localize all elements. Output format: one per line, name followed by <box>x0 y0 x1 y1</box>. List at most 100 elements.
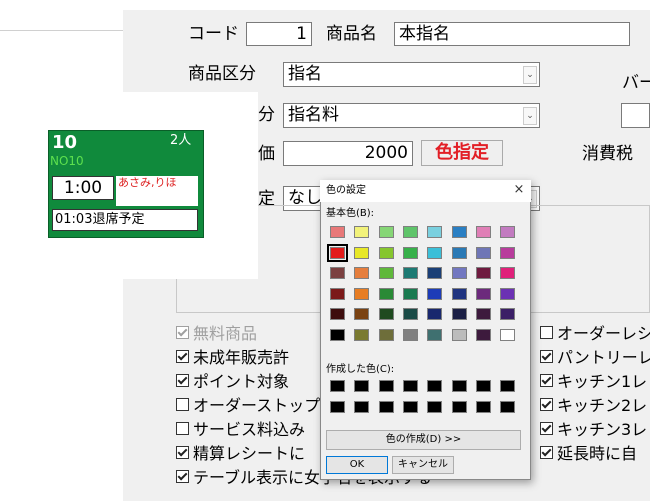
basic-color-swatch[interactable] <box>354 287 370 300</box>
custom-color-swatch[interactable] <box>402 400 418 413</box>
checkbox-row[interactable]: パントリーレ <box>540 347 650 369</box>
checkbox-row[interactable]: オーダーストップ <box>176 395 320 417</box>
basic-color-swatch[interactable] <box>427 287 443 300</box>
basic-color-swatch[interactable] <box>475 246 491 259</box>
basic-color-swatch[interactable] <box>475 308 491 320</box>
basic-color-swatch[interactable] <box>402 287 418 300</box>
basic-color-swatch[interactable] <box>427 308 443 320</box>
basic-color-swatch[interactable] <box>354 328 370 341</box>
basic-color-swatch[interactable] <box>427 267 443 279</box>
basic-color-swatch[interactable] <box>327 243 348 262</box>
basic-color-swatch[interactable] <box>354 226 370 238</box>
checkbox-row[interactable]: キッチン3レ <box>540 419 647 441</box>
custom-color-swatch[interactable] <box>475 380 491 392</box>
checkbox-checked[interactable] <box>176 446 189 459</box>
basic-color-swatch[interactable] <box>378 267 394 279</box>
basic-color-swatch[interactable] <box>402 267 418 279</box>
custom-color-swatch[interactable] <box>354 380 370 392</box>
custom-color-swatch[interactable] <box>354 400 370 413</box>
basic-color-swatch[interactable] <box>451 287 467 300</box>
checkbox-checked[interactable] <box>176 326 189 339</box>
color-select-button[interactable]: 色指定 <box>421 140 503 166</box>
basic-color-swatch[interactable] <box>500 246 516 259</box>
basic-color-swatch[interactable] <box>402 308 418 320</box>
basic-color-swatch[interactable] <box>451 308 467 320</box>
basic-color-swatch[interactable] <box>378 226 394 238</box>
basic-color-swatch[interactable] <box>451 267 467 279</box>
basic-color-swatch[interactable] <box>378 287 394 300</box>
custom-color-swatch[interactable] <box>500 400 516 413</box>
basic-color-swatch[interactable] <box>500 328 516 341</box>
basic-color-swatch[interactable] <box>427 328 443 341</box>
checkbox-checked[interactable] <box>540 398 553 411</box>
checkbox-row[interactable]: 未成年販売許 <box>176 347 289 369</box>
basic-color-swatch[interactable] <box>330 287 345 300</box>
checkbox-checked[interactable] <box>176 470 189 483</box>
custom-color-swatch[interactable] <box>500 380 516 392</box>
category-select[interactable]: 指名 ⌄ <box>283 62 540 87</box>
checkbox-row[interactable]: キッチン2レ <box>540 395 647 417</box>
basic-color-swatch[interactable] <box>354 308 370 320</box>
checkbox-row[interactable]: オーダーレシ <box>540 323 650 345</box>
price-input[interactable]: 2000 <box>283 141 413 166</box>
basic-color-swatch[interactable] <box>330 308 345 320</box>
checkbox-row[interactable]: 延長時に自 <box>540 443 637 465</box>
custom-color-swatch[interactable] <box>330 380 345 392</box>
checkbox-unchecked[interactable] <box>176 398 189 411</box>
close-icon[interactable]: × <box>510 181 528 199</box>
basic-color-swatch[interactable] <box>330 226 345 238</box>
basic-color-swatch[interactable] <box>402 226 418 238</box>
custom-color-swatch[interactable] <box>427 400 443 413</box>
custom-color-swatch[interactable] <box>330 400 345 413</box>
checkbox-row[interactable]: キッチン1レ <box>540 371 647 393</box>
basic-color-swatch[interactable] <box>475 328 491 341</box>
category2-select[interactable]: 指名料 ⌄ <box>283 103 540 128</box>
basic-color-swatch[interactable] <box>330 267 345 279</box>
checkbox-checked[interactable] <box>176 350 189 363</box>
basic-color-swatch[interactable] <box>451 246 467 259</box>
basic-color-swatch[interactable] <box>500 308 516 320</box>
custom-color-swatch[interactable] <box>475 400 491 413</box>
basic-color-swatch[interactable] <box>378 328 394 341</box>
basic-color-swatch[interactable] <box>427 226 443 238</box>
custom-color-swatch[interactable] <box>427 380 443 392</box>
basic-color-swatch[interactable] <box>451 226 467 238</box>
define-custom-colors-button[interactable]: 色の作成(D) >> <box>326 430 521 450</box>
code-input[interactable]: 1 <box>246 22 312 46</box>
checkbox-row[interactable]: 精算レシートに <box>176 443 305 465</box>
custom-color-swatch[interactable] <box>378 400 394 413</box>
basic-color-swatch[interactable] <box>475 267 491 279</box>
checkbox-unchecked[interactable] <box>540 326 553 339</box>
checkbox-unchecked[interactable] <box>176 422 189 435</box>
checkbox-row[interactable]: ポイント対象 <box>176 371 289 393</box>
basic-color-swatch[interactable] <box>500 267 516 279</box>
custom-color-swatch[interactable] <box>451 400 467 413</box>
basic-color-swatch[interactable] <box>402 246 418 259</box>
name-input[interactable]: 本指名 <box>394 22 630 46</box>
basic-color-swatch[interactable] <box>402 328 418 341</box>
checkbox-checked[interactable] <box>540 422 553 435</box>
checkbox-checked[interactable] <box>176 374 189 387</box>
basic-color-swatch[interactable] <box>354 246 370 259</box>
bar-input[interactable] <box>621 103 650 128</box>
basic-color-swatch[interactable] <box>378 308 394 320</box>
basic-color-swatch[interactable] <box>500 226 516 238</box>
basic-color-swatch[interactable] <box>475 226 491 238</box>
checkbox-checked[interactable] <box>540 350 553 363</box>
checkbox-checked[interactable] <box>540 446 553 459</box>
checkbox-row[interactable]: 無料商品 <box>176 323 257 345</box>
basic-color-swatch[interactable] <box>330 328 345 341</box>
cancel-button[interactable]: キャンセル <box>392 456 454 474</box>
custom-color-swatch[interactable] <box>402 380 418 392</box>
checkbox-checked[interactable] <box>540 374 553 387</box>
custom-color-swatch[interactable] <box>451 380 467 392</box>
ok-button[interactable]: OK <box>326 456 388 474</box>
basic-color-swatch[interactable] <box>354 267 370 279</box>
basic-color-swatch[interactable] <box>427 246 443 259</box>
basic-color-swatch[interactable] <box>378 246 394 259</box>
custom-color-swatch[interactable] <box>378 380 394 392</box>
checkbox-row[interactable]: サービス料込み <box>176 419 305 441</box>
basic-color-swatch[interactable] <box>451 328 467 341</box>
basic-color-swatch[interactable] <box>475 287 491 300</box>
basic-color-swatch[interactable] <box>500 287 516 300</box>
